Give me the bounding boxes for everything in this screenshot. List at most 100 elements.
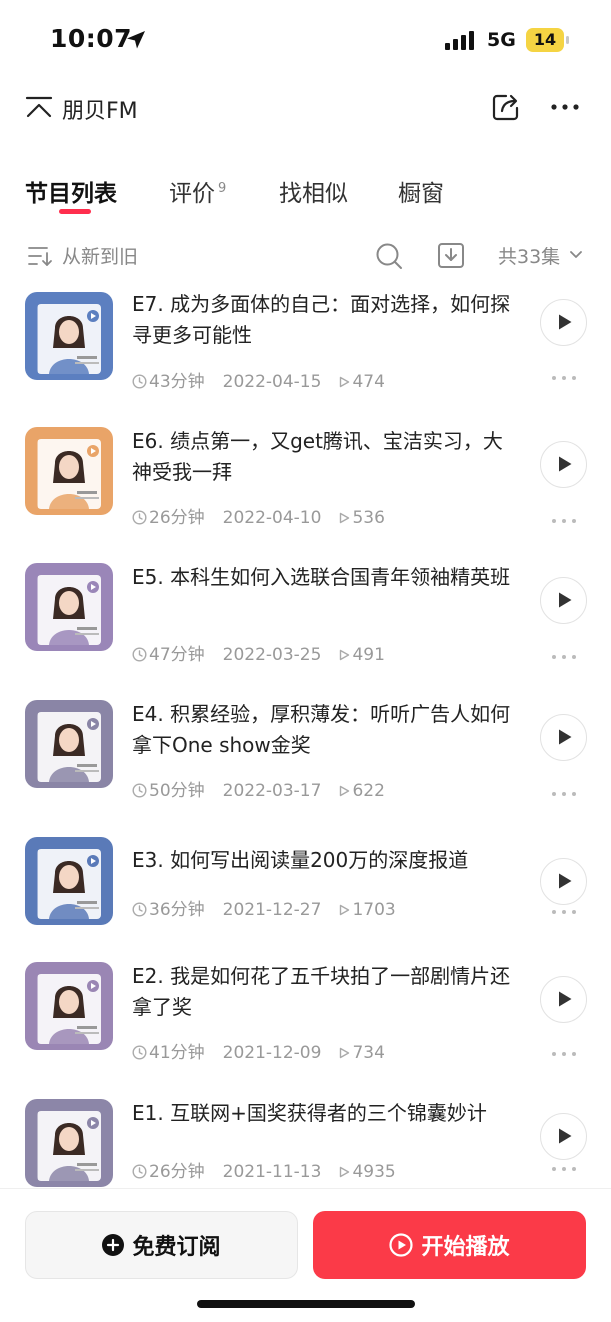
clock-icon [132,510,147,525]
episode-meta: 50分钟 2022-03-17 622 [132,776,385,801]
episode-duration: 36分钟 [149,900,205,920]
episode-title[interactable]: E1. 互联网+国奖获得者的三个锦囊妙计 [132,1098,517,1129]
cover-illustration-icon [25,563,113,651]
episode-play-count: 536 [352,508,385,528]
episode-play-button[interactable] [540,441,587,488]
sort-row: 从新到旧 共33集 [0,232,611,278]
episode-date: 2021-11-13 [222,1162,322,1182]
play-count-icon [340,1047,350,1059]
cover-illustration-icon [25,292,113,380]
episode-cover [25,563,113,651]
episode-row[interactable]: E2. 我是如何花了五千块拍了一部剧情片还拿了奖 41分钟 2021-12-09 73… [0,949,611,1069]
play-icon [559,991,572,1007]
episode-date: 2022-04-10 [222,508,322,528]
tab-showcase[interactable]: 橱窗 [398,174,444,208]
episode-play-button[interactable] [540,858,587,905]
subscribe-button[interactable]: 免费订阅 [25,1211,298,1279]
start-playing-button[interactable]: 开始播放 [313,1211,586,1279]
episode-title[interactable]: E3. 如何写出阅读量200万的深度报道 [132,845,517,876]
episode-cover [25,292,113,380]
play-icon [559,456,572,472]
tab-episode-list[interactable]: 节目列表 [25,174,117,208]
episode-row[interactable]: E7. 成为多面体的自己：面对选择，如何探寻更多可能性 43分钟 2022-04-1… [0,283,611,403]
episode-title[interactable]: E2. 我是如何花了五千块拍了一部剧情片还拿了奖 [132,961,517,1023]
location-arrow-icon [127,31,145,49]
play-icon [559,729,572,745]
battery-cap [566,36,569,44]
episode-play-button[interactable] [540,976,587,1023]
episode-more-icon[interactable] [550,908,578,916]
play-count-icon [340,785,350,797]
episode-cover [25,1099,113,1187]
more-icon[interactable] [550,94,580,120]
episode-title[interactable]: E4. 积累经验，厚积薄发：听听广告人如何拿下One show金奖 [132,699,517,761]
episode-meta: 41分钟 2021-12-09 734 [132,1038,385,1063]
header: 朋贝FM [0,80,611,140]
play-circle-icon [389,1233,414,1257]
episode-play-count: 4935 [352,1162,396,1182]
episode-play-count: 1703 [352,900,396,920]
review-count-badge: 9 [218,181,227,197]
episode-play-button[interactable] [540,577,587,624]
signal-bars-icon [445,31,474,50]
episode-cover [25,837,113,925]
episode-play-button[interactable] [540,1113,587,1160]
chevron-down-icon[interactable] [569,249,583,261]
episode-row[interactable]: E3. 如何写出阅读量200万的深度报道 36分钟 2021-12-27 1703 [0,829,611,949]
download-icon[interactable] [437,241,465,269]
episode-date: 2022-04-15 [222,372,322,392]
play-icon [559,592,572,608]
episode-meta: 43分钟 2022-04-15 474 [132,367,385,392]
episode-duration: 41分钟 [149,1043,205,1063]
tab-similar[interactable]: 找相似 [279,174,348,208]
chevron-up-icon[interactable] [25,95,53,121]
episode-duration: 26分钟 [149,1162,205,1182]
episode-row[interactable]: E4. 积累经验，厚积薄发：听听广告人如何拿下One show金奖 50分钟 202… [0,693,611,813]
episode-title[interactable]: E7. 成为多面体的自己：面对选择，如何探寻更多可能性 [132,289,517,351]
episode-more-icon[interactable] [550,517,578,525]
search-icon[interactable] [375,242,403,270]
episode-title[interactable]: E5. 本科生如何入选联合国青年领袖精英班 [132,562,517,593]
episode-date: 2022-03-17 [222,781,322,801]
battery-level: 14 [526,28,564,52]
episode-more-icon[interactable] [550,790,578,798]
sort-icon[interactable] [27,244,53,268]
episode-meta: 26分钟 2022-04-10 536 [132,503,385,528]
cover-illustration-icon [25,837,113,925]
episode-title[interactable]: E6. 绩点第一，又get腾讯、宝洁实习，大神受我一拜 [132,426,517,488]
status-time: 10:07 [50,24,133,53]
episode-row[interactable]: E5. 本科生如何入选联合国青年领袖精英班 47分钟 2022-03-25 491 [0,556,611,676]
play-count-icon [340,1166,350,1178]
play-icon [559,1128,572,1144]
episode-more-icon[interactable] [550,1050,578,1058]
tab-reviews[interactable]: 评价 9 [169,174,226,208]
episode-play-button[interactable] [540,299,587,346]
episode-row[interactable]: E1. 互联网+国奖获得者的三个锦囊妙计 26分钟 2021-11-13 4935 [0,1086,611,1188]
active-tab-indicator [59,209,91,214]
play-count-icon [340,649,350,661]
sort-label[interactable]: 从新到旧 [62,242,138,269]
episode-meta: 47分钟 2022-03-25 491 [132,640,385,665]
episode-date: 2022-03-25 [222,645,322,665]
status-bar: 10:07 5G 14 [0,0,611,80]
episode-play-button[interactable] [540,714,587,761]
episode-count[interactable]: 共33集 [498,242,560,269]
episode-list: E7. 成为多面体的自己：面对选择，如何探寻更多可能性 43分钟 2022-04-1… [0,283,611,1188]
start-playing-button-content: 开始播放 [313,1211,586,1279]
episode-more-icon[interactable] [550,1165,578,1173]
episode-row[interactable]: E6. 绩点第一，又get腾讯、宝洁实习，大神受我一拜 26分钟 2022-04-1… [0,420,611,540]
episode-meta: 26分钟 2021-11-13 4935 [132,1157,396,1182]
clock-icon [132,1164,147,1179]
episode-more-icon[interactable] [550,374,578,382]
clock-icon [132,374,147,389]
subscribe-label: 免费订阅 [132,1235,221,1260]
episode-more-icon[interactable] [550,653,578,661]
tab-reviews-label: 评价 [169,181,215,207]
battery-icon: 14 [526,28,570,52]
episode-play-count: 734 [352,1043,385,1063]
tab-bar: 节目列表 评价 9 找相似 橱窗 [0,168,611,224]
share-icon[interactable] [491,92,521,122]
cover-illustration-icon [25,427,113,515]
play-icon [559,314,572,330]
episode-duration: 47分钟 [149,645,205,665]
